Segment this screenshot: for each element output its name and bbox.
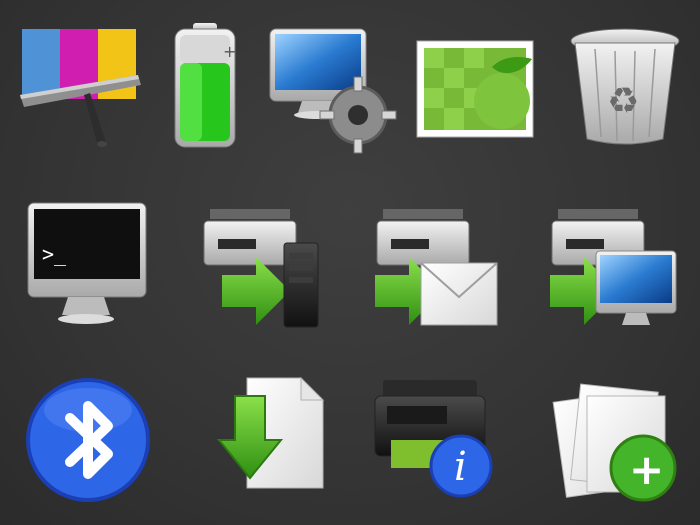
info-glyph: i xyxy=(454,444,467,490)
terminal-icon[interactable]: >_ xyxy=(18,195,158,335)
image-icon[interactable] xyxy=(400,15,540,155)
icon-grid: + ♻ >_ i + xyxy=(0,0,700,525)
printer-info-icon[interactable]: i xyxy=(365,370,505,510)
svg-text:♻: ♻ xyxy=(607,81,639,122)
svg-text:+: + xyxy=(223,42,236,61)
add-document-icon[interactable]: + xyxy=(545,370,685,510)
scan-to-server-icon[interactable] xyxy=(192,195,332,335)
scan-to-email-icon[interactable] xyxy=(365,195,505,335)
plus-glyph: + xyxy=(629,445,664,494)
color-calibration-icon[interactable] xyxy=(10,15,150,155)
battery-icon[interactable]: + xyxy=(135,15,275,155)
scan-to-computer-icon[interactable] xyxy=(540,195,680,335)
terminal-prompt: >_ xyxy=(42,242,67,266)
trash-icon[interactable]: ♻ xyxy=(555,15,695,155)
computer-settings-icon[interactable] xyxy=(260,15,400,155)
download-file-icon[interactable] xyxy=(195,370,335,510)
bluetooth-icon[interactable] xyxy=(18,370,158,510)
